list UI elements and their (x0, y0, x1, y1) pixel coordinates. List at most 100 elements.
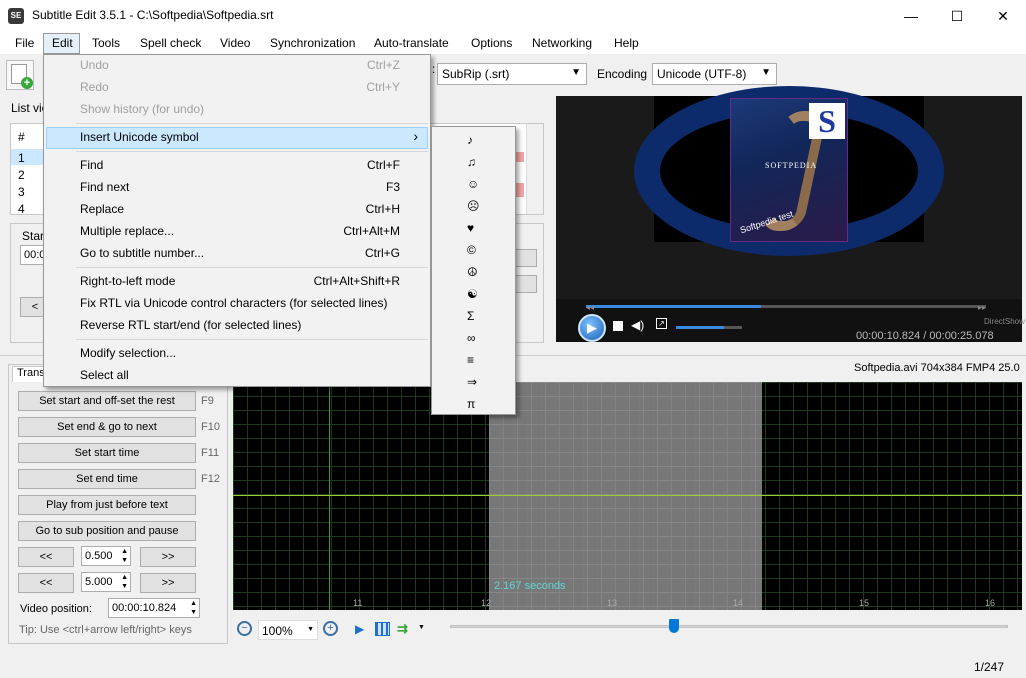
menu-synchronization[interactable]: Synchronization (270, 36, 355, 50)
tick-label: 13 (607, 598, 618, 608)
menu-find-next[interactable]: Find next (80, 180, 129, 194)
menu-show-history[interactable]: Show history (for undo) (80, 102, 204, 116)
go-to-sub-position-button[interactable]: Go to sub position and pause (18, 521, 196, 541)
symbol-item[interactable]: ☯ (467, 287, 478, 301)
set-start-time-button[interactable]: Set start time (18, 443, 196, 463)
chevron-down-icon[interactable]: ▼ (418, 624, 425, 631)
menu-reverse-rtl[interactable]: Reverse RTL start/end (for selected line… (80, 318, 301, 332)
minimize-button[interactable]: — (888, 0, 934, 32)
play-button[interactable]: ▶ (578, 314, 606, 342)
forward-small-button[interactable]: >> (140, 547, 196, 567)
volume-icon[interactable]: ◀) (631, 318, 644, 332)
menu-help[interactable]: Help (614, 36, 639, 50)
menu-replace[interactable]: Replace (80, 202, 124, 216)
symbol-item[interactable]: ⇒ (467, 375, 477, 389)
menu-go-to-subtitle[interactable]: Go to subtitle number... (80, 246, 204, 260)
waveform-selection[interactable] (489, 382, 762, 610)
spinner-arrows-icon[interactable]: ▲ ▼ (121, 547, 128, 565)
maximize-button[interactable]: ☐ (934, 0, 980, 32)
video-player[interactable]: S SOFTPEDIA Softpedia test ◂◂ ▸▸ ▶ ◀) ↗ … (556, 86, 1025, 342)
menu-redo[interactable]: Redo (80, 80, 109, 94)
spinner-arrows-icon[interactable]: ▲ ▼ (190, 599, 197, 617)
list-row[interactable]: 4 (18, 202, 25, 216)
format-select[interactable]: SubRip (.srt) ▼ (437, 63, 587, 85)
menu-networking[interactable]: Networking (532, 36, 592, 50)
spinner-arrows-icon[interactable]: ▲ ▼ (121, 573, 128, 591)
symbol-item[interactable]: ☺ (467, 177, 479, 191)
step-large-input[interactable]: 5.000 ▲ ▼ (81, 572, 131, 592)
menu-modify-selection[interactable]: Modify selection... (80, 346, 176, 360)
seek-forward-icon[interactable]: ▸▸ (978, 303, 986, 312)
waveform-view-icon[interactable] (375, 622, 390, 636)
menu-multiple-replace[interactable]: Multiple replace... (80, 224, 174, 238)
play-icon[interactable]: ▶ (355, 622, 364, 636)
list-header-number: # (18, 130, 25, 144)
symbol-item[interactable]: ∞ (467, 331, 476, 345)
zoom-out-icon[interactable]: − (237, 621, 252, 636)
symbol-item[interactable]: ≡ (467, 353, 474, 367)
list-row[interactable]: 2 (18, 168, 25, 182)
back-small-button[interactable]: << (18, 547, 74, 567)
menu-select-all[interactable]: Select all (80, 368, 129, 382)
menu-insert-unicode-symbol[interactable]: Insert Unicode symbol (80, 130, 199, 144)
waveform[interactable]: 2.167 seconds 11 12 13 14 15 16 (233, 382, 1022, 610)
zoom-in-icon[interactable]: + (323, 621, 338, 636)
menu-separator (76, 151, 428, 152)
menu-fix-rtl[interactable]: Fix RTL via Unicode control characters (… (80, 296, 387, 310)
video-time-display: 00:00:10.824 / 00:00:25.078 (856, 330, 994, 342)
menu-tools[interactable]: Tools (92, 36, 120, 50)
menu-file[interactable]: File (15, 36, 34, 50)
arrows-icon[interactable]: ⇉ (397, 621, 408, 637)
list-row[interactable]: 3 (18, 185, 25, 199)
seek-bar[interactable] (586, 305, 986, 308)
slider-thumb[interactable] (669, 619, 679, 633)
menu-undo[interactable]: Undo (80, 58, 109, 72)
encoding-value: Unicode (UTF-8) (657, 67, 747, 81)
step-small-input[interactable]: 0.500 ▲ ▼ (81, 546, 131, 566)
menu-spell-check[interactable]: Spell check (140, 36, 201, 50)
shortcut-multiple-replace: Ctrl+Alt+M (343, 224, 400, 238)
plus-icon: + (21, 77, 33, 89)
symbol-item[interactable]: ♪ (467, 133, 473, 147)
zoom-select[interactable]: 100% ▼ (258, 620, 318, 640)
line-counter: 1/247 (974, 660, 1005, 674)
set-end-time-button[interactable]: Set end time (18, 469, 196, 489)
stop-icon[interactable] (613, 321, 623, 331)
menu-rtl-mode[interactable]: Right-to-left mode (80, 274, 175, 288)
menu-edit[interactable]: Edit (52, 36, 73, 50)
close-button[interactable]: ✕ (980, 0, 1026, 32)
set-start-offset-button[interactable]: Set start and off-set the rest (18, 391, 196, 411)
symbol-item[interactable]: π (467, 397, 475, 411)
volume-slider[interactable] (676, 326, 742, 329)
video-position-input[interactable]: 00:00:10.824 ▲ ▼ (108, 598, 200, 618)
chevron-down-icon: ▼ (761, 67, 771, 78)
edit-panel-button[interactable] (515, 275, 537, 293)
list-row[interactable]: 1 (18, 151, 25, 165)
symbol-item[interactable]: ♥ (467, 221, 474, 235)
fullscreen-icon[interactable]: ↗ (656, 318, 667, 329)
waveform-position-slider[interactable] (450, 625, 1008, 628)
menu-find[interactable]: Find (80, 158, 103, 172)
encoding-select[interactable]: Unicode (UTF-8) ▼ (652, 63, 777, 85)
symbol-item[interactable]: ♫ (467, 155, 476, 169)
new-file-button[interactable]: + (6, 60, 34, 90)
tick-label: 15 (859, 598, 870, 608)
symbol-item[interactable]: ☮ (467, 265, 478, 279)
set-end-next-button[interactable]: Set end & go to next (18, 417, 196, 437)
video-frame: S SOFTPEDIA Softpedia test (634, 86, 944, 256)
symbol-item[interactable]: © (467, 243, 476, 257)
app-icon: SE (8, 8, 24, 24)
menu-video[interactable]: Video (220, 36, 250, 50)
list-scrollbar[interactable] (526, 124, 543, 214)
video-position-value: 00:00:10.824 (112, 602, 177, 614)
symbol-item[interactable]: ☹ (467, 199, 480, 213)
symbol-item[interactable]: Σ (467, 309, 474, 323)
menu-options[interactable]: Options (471, 36, 512, 50)
seek-bar-progress (586, 305, 761, 308)
play-before-text-button[interactable]: Play from just before text (18, 495, 196, 515)
forward-large-button[interactable]: >> (140, 573, 196, 593)
edit-panel-button[interactable] (515, 249, 537, 267)
menu-auto-translate[interactable]: Auto-translate (374, 36, 449, 50)
back-large-button[interactable]: << (18, 573, 74, 593)
seek-back-icon[interactable]: ◂◂ (586, 303, 594, 312)
